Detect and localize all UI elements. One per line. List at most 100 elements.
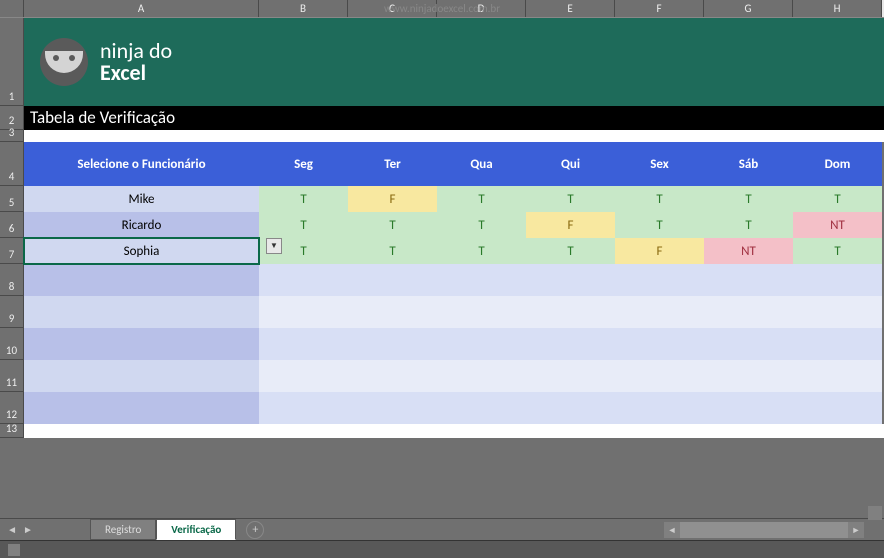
empty-cell[interactable] — [24, 328, 259, 360]
empty-cell[interactable] — [793, 328, 882, 360]
empty-cell[interactable] — [793, 360, 882, 392]
empty-cell[interactable] — [704, 360, 793, 392]
empty-cell[interactable] — [24, 360, 259, 392]
row-header[interactable]: 4 — [0, 142, 24, 186]
row-header[interactable]: 3 — [0, 130, 24, 142]
value-cell[interactable]: T — [793, 186, 882, 212]
row-header[interactable]: 13 — [0, 424, 24, 438]
add-sheet-button[interactable]: + — [246, 521, 264, 539]
column-header[interactable]: F — [615, 0, 704, 17]
empty-cell[interactable] — [437, 296, 526, 328]
row-header[interactable]: 1 — [0, 18, 24, 106]
column-header[interactable]: A — [24, 0, 259, 17]
empty-cell[interactable] — [615, 360, 704, 392]
empty-cell[interactable] — [793, 264, 882, 296]
value-cell[interactable]: T — [437, 186, 526, 212]
macro-record-icon[interactable] — [8, 544, 20, 556]
empty-cell[interactable] — [259, 328, 348, 360]
value-cell[interactable]: T — [793, 238, 882, 264]
logo-text: ninja do Excel — [100, 40, 172, 84]
table-header: Selecione o Funcionário — [24, 142, 259, 186]
row-header[interactable]: 10 — [0, 328, 24, 360]
value-cell[interactable]: T — [526, 238, 615, 264]
row-header[interactable]: 12 — [0, 392, 24, 424]
row-header[interactable]: 11 — [0, 360, 24, 392]
empty-cell[interactable] — [704, 392, 793, 424]
empty-cell[interactable] — [24, 296, 259, 328]
empty-cell[interactable] — [24, 392, 259, 424]
select-all-corner[interactable] — [0, 0, 24, 17]
empty-cell[interactable] — [526, 360, 615, 392]
empty-cell[interactable] — [437, 360, 526, 392]
empty-cell[interactable] — [348, 360, 437, 392]
empty-cell[interactable] — [437, 392, 526, 424]
empty-cell[interactable] — [615, 296, 704, 328]
empty-cell[interactable] — [793, 392, 882, 424]
empty-cell[interactable] — [615, 264, 704, 296]
value-cell[interactable]: T — [704, 186, 793, 212]
row-header[interactable]: 7 — [0, 238, 24, 264]
scroll-down-icon[interactable] — [868, 506, 882, 520]
empty-cell[interactable] — [437, 328, 526, 360]
value-cell[interactable]: T — [437, 238, 526, 264]
ninja-logo-icon — [40, 38, 88, 86]
worksheet-cells[interactable]: ninja do Excel Tabela de Verificação Sel… — [24, 18, 884, 438]
empty-cell[interactable] — [615, 392, 704, 424]
horizontal-scrollbar[interactable]: ◄ ► — [664, 522, 864, 538]
empty-cell[interactable] — [526, 328, 615, 360]
employee-name-cell[interactable]: Sophia — [24, 238, 259, 264]
scroll-left-icon[interactable]: ◄ — [664, 522, 680, 538]
row-header[interactable]: 5 — [0, 186, 24, 212]
empty-cell[interactable] — [526, 264, 615, 296]
empty-cell[interactable] — [704, 264, 793, 296]
empty-cell[interactable] — [704, 328, 793, 360]
empty-cell[interactable] — [348, 264, 437, 296]
empty-cell[interactable] — [793, 296, 882, 328]
empty-cell[interactable] — [615, 328, 704, 360]
sheet-tab[interactable]: Verificação — [156, 519, 236, 540]
status-bar — [0, 540, 884, 558]
value-cell[interactable]: T — [348, 238, 437, 264]
value-cell[interactable]: F — [348, 186, 437, 212]
empty-cell[interactable] — [437, 264, 526, 296]
row-header[interactable]: 6 — [0, 212, 24, 238]
column-header[interactable]: G — [704, 0, 793, 17]
empty-cell[interactable] — [704, 296, 793, 328]
prev-sheet-icon[interactable]: ◄ — [7, 523, 17, 536]
empty-cell[interactable] — [259, 264, 348, 296]
row-header[interactable]: 9 — [0, 296, 24, 328]
value-cell[interactable]: T — [704, 212, 793, 238]
value-cell[interactable]: NT — [793, 212, 882, 238]
value-cell[interactable]: T — [259, 186, 348, 212]
chevron-down-icon: ▼ — [270, 241, 278, 251]
empty-cell[interactable] — [526, 296, 615, 328]
value-cell[interactable]: T — [259, 212, 348, 238]
value-cell[interactable]: T — [526, 186, 615, 212]
column-header[interactable]: B — [259, 0, 348, 17]
empty-cell[interactable] — [259, 360, 348, 392]
value-cell[interactable]: F — [615, 238, 704, 264]
tab-navigation[interactable]: ◄ ► — [0, 523, 40, 536]
value-cell[interactable]: T — [437, 212, 526, 238]
employee-name-cell[interactable]: Mike — [24, 186, 259, 212]
empty-cell[interactable] — [348, 296, 437, 328]
empty-cell[interactable] — [24, 264, 259, 296]
column-header[interactable]: E — [526, 0, 615, 17]
value-cell[interactable]: T — [348, 212, 437, 238]
next-sheet-icon[interactable]: ► — [23, 523, 33, 536]
employee-name-cell[interactable]: Ricardo — [24, 212, 259, 238]
sheet-tab[interactable]: Registro — [90, 519, 156, 540]
row-header[interactable]: 8 — [0, 264, 24, 296]
value-cell[interactable]: NT — [704, 238, 793, 264]
dropdown-button[interactable]: ▼ — [266, 238, 282, 254]
value-cell[interactable]: F — [526, 212, 615, 238]
empty-cell[interactable] — [348, 328, 437, 360]
empty-cell[interactable] — [259, 296, 348, 328]
empty-cell[interactable] — [348, 392, 437, 424]
value-cell[interactable]: T — [615, 186, 704, 212]
scroll-right-icon[interactable]: ► — [848, 522, 864, 538]
empty-cell[interactable] — [526, 392, 615, 424]
value-cell[interactable]: T — [615, 212, 704, 238]
column-header[interactable]: H — [793, 0, 882, 17]
empty-cell[interactable] — [259, 392, 348, 424]
